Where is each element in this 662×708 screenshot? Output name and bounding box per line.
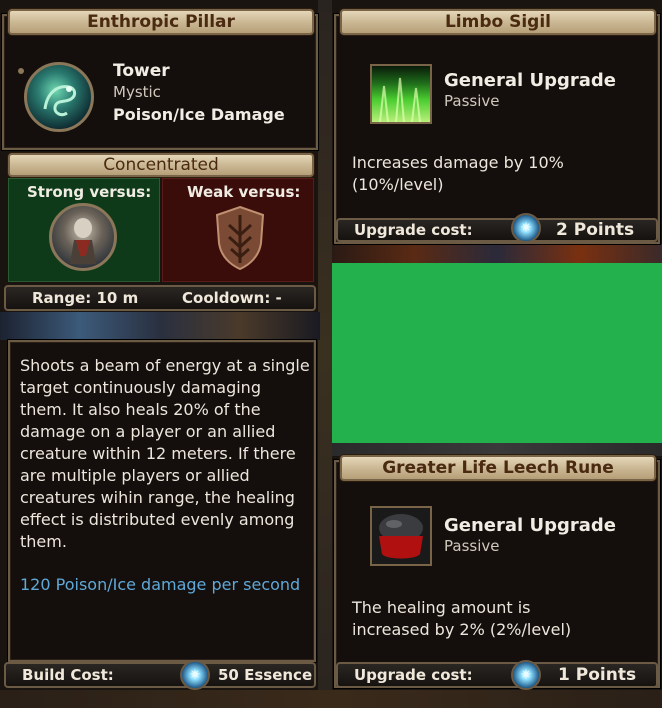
build-cost-value: 50 Essence xyxy=(218,666,313,684)
tower-title: Enthropic Pillar xyxy=(87,12,235,32)
stance-label: Concentrated xyxy=(103,155,219,175)
shield-icon xyxy=(213,205,267,271)
armored-warrior-icon xyxy=(49,203,117,271)
cooldown-value: Cooldown: - xyxy=(182,289,282,307)
stance-plate: Concentrated xyxy=(8,153,314,177)
serpent-icon xyxy=(24,62,94,132)
upgrade-title: Limbo Sigil xyxy=(444,12,552,32)
range-cooldown-bar: Range: 10 m Cooldown: - xyxy=(4,285,316,311)
blood-rune-icon xyxy=(370,506,432,566)
tower-title-plate: Enthropic Pillar xyxy=(8,9,314,35)
upgrade-cost-value: 2 Points xyxy=(556,220,635,240)
weak-versus-box: Weak versus: xyxy=(162,178,314,282)
build-cost-bar: Build Cost: 50 Essence xyxy=(4,662,316,688)
upgrade-panel-limbo-sigil[interactable] xyxy=(334,14,660,244)
upgrade-panel-life-leech-rune[interactable] xyxy=(334,460,660,688)
build-cost-label: Build Cost: xyxy=(22,666,114,684)
tower-damage-type: Poison/Ice Damage xyxy=(113,105,285,124)
upgrade-cost-bar: Upgrade cost: 2 Points xyxy=(336,218,658,242)
range-value: Range: 10 m xyxy=(32,289,139,307)
upgrade-cost-value: 1 Points xyxy=(558,665,637,685)
background-scene-strip-right-2 xyxy=(332,442,662,456)
upgrade-title-plate: Greater Life Leech Rune xyxy=(340,455,656,481)
upgrade-category: General Upgrade xyxy=(444,515,616,536)
background-scene xyxy=(318,0,332,708)
background-scene-strip-right xyxy=(332,244,662,264)
tower-description: Shoots a beam of energy at a single targ… xyxy=(20,356,310,551)
upgrade-kind: Passive xyxy=(444,92,500,110)
upgrade-description: The healing amount is increased by 2% (2… xyxy=(352,598,572,639)
upgrade-kind: Passive xyxy=(444,537,500,555)
upgrade-cost-label: Upgrade cost: xyxy=(354,666,473,684)
upgrade-cost-label: Upgrade cost: xyxy=(354,221,473,239)
strong-versus-box: Strong versus: xyxy=(8,178,160,282)
background-scene-bottom xyxy=(0,690,662,708)
tower-type: Tower xyxy=(113,61,170,81)
weak-label: Weak versus: xyxy=(187,183,301,201)
frame-rivet xyxy=(18,68,24,74)
upgrade-title: Greater Life Leech Rune xyxy=(382,458,614,478)
tower-subtype: Mystic xyxy=(113,83,161,101)
essence-crystal-icon: ✷ xyxy=(180,660,210,690)
essence-crystal-icon: ✷ xyxy=(511,660,541,690)
green-flame-icon xyxy=(370,64,432,124)
upgrade-cost-bar: Upgrade cost: 1 Points xyxy=(336,662,658,688)
placeholder-block xyxy=(332,263,662,443)
upgrade-title-plate: Limbo Sigil xyxy=(340,9,656,35)
essence-crystal-icon: ✷ xyxy=(511,213,541,243)
upgrade-description: Increases damage by 10% (10%/level) xyxy=(352,153,564,194)
upgrade-category: General Upgrade xyxy=(444,70,616,91)
tower-damage-stat: 120 Poison/Ice damage per second xyxy=(20,575,301,594)
background-scene-strip xyxy=(0,312,320,340)
strong-label: Strong versus: xyxy=(27,183,152,201)
